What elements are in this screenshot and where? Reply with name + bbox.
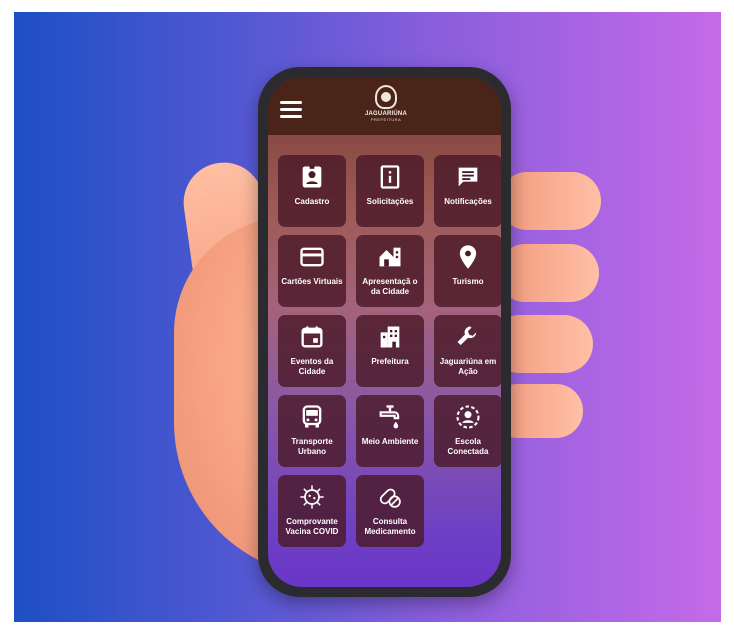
tile-label: Cadastro xyxy=(294,197,330,206)
id-badge-icon xyxy=(278,163,346,193)
phone-screen: JAGUARIÚNA PREFEITURA Cadastro Solicitaç… xyxy=(268,77,501,587)
tile-meio-ambiente[interactable]: Meio Ambiente xyxy=(356,395,424,467)
city-logo: JAGUARIÚNA PREFEITURA xyxy=(364,85,408,122)
tile-cartoes-virtuais[interactable]: Cartões Virtuais xyxy=(278,235,346,307)
pill-icon xyxy=(356,483,424,513)
tile-label: Meio Ambiente xyxy=(361,437,419,446)
map-pin-icon xyxy=(434,243,501,273)
coat-of-arms-icon xyxy=(375,85,397,109)
tile-apresentacao-cidade[interactable]: Apresentaçã o da Cidade xyxy=(356,235,424,307)
city-house-icon xyxy=(356,243,424,273)
tile-label: Escola Conectada xyxy=(447,437,489,456)
tile-label: Jaguariúna em Ação xyxy=(439,357,497,376)
tile-transporte-urbano[interactable]: Transporte Urbano xyxy=(278,395,346,467)
tile-label: Prefeitura xyxy=(371,357,409,366)
tile-turismo[interactable]: Turismo xyxy=(434,235,501,307)
tile-label: Turismo xyxy=(452,277,484,286)
info-icon xyxy=(356,163,424,193)
building-icon xyxy=(356,323,424,353)
tile-escola-conectada[interactable]: Escola Conectada xyxy=(434,395,501,467)
tile-solicitacoes[interactable]: Solicitações xyxy=(356,155,424,227)
water-tap-icon xyxy=(356,403,424,433)
hand-finger xyxy=(499,244,599,302)
phone-frame: JAGUARIÚNA PREFEITURA Cadastro Solicitaç… xyxy=(258,67,511,597)
bus-icon xyxy=(278,403,346,433)
tile-label: Comprovante Vacina COVID xyxy=(285,517,339,536)
virus-icon xyxy=(278,483,346,513)
tile-label: Transporte Urbano xyxy=(291,437,333,456)
background: JAGUARIÚNA PREFEITURA Cadastro Solicitaç… xyxy=(14,12,721,622)
hand-finger xyxy=(501,172,601,230)
tile-prefeitura[interactable]: Prefeitura xyxy=(356,315,424,387)
tile-label: Consulta Medicamento xyxy=(364,517,416,536)
tile-label: Solicitações xyxy=(366,197,414,206)
message-icon xyxy=(434,163,501,193)
tile-cadastro[interactable]: Cadastro xyxy=(278,155,346,227)
app-bar: JAGUARIÚNA PREFEITURA xyxy=(268,77,501,135)
tile-notificacoes[interactable]: Notificações xyxy=(434,155,501,227)
tile-label: Notificações xyxy=(444,197,492,206)
tile-eventos-cidade[interactable]: Eventos da Cidade xyxy=(278,315,346,387)
tile-jaguariuna-em-acao[interactable]: Jaguariúna em Ação xyxy=(434,315,501,387)
student-icon xyxy=(434,403,501,433)
tile-label: Eventos da Cidade xyxy=(290,357,334,376)
tile-consulta-medicamento[interactable]: Consulta Medicamento xyxy=(356,475,424,547)
calendar-icon xyxy=(278,323,346,353)
tile-label: Apresentaçã o da Cidade xyxy=(362,277,418,296)
card-icon xyxy=(278,243,346,273)
logo-subtitle: PREFEITURA xyxy=(370,117,402,122)
tile-comprovante-vacina-covid[interactable]: Comprovante Vacina COVID xyxy=(278,475,346,547)
hamburger-menu-icon[interactable] xyxy=(280,101,302,118)
tile-label: Cartões Virtuais xyxy=(281,277,343,286)
wrench-icon xyxy=(434,323,501,353)
